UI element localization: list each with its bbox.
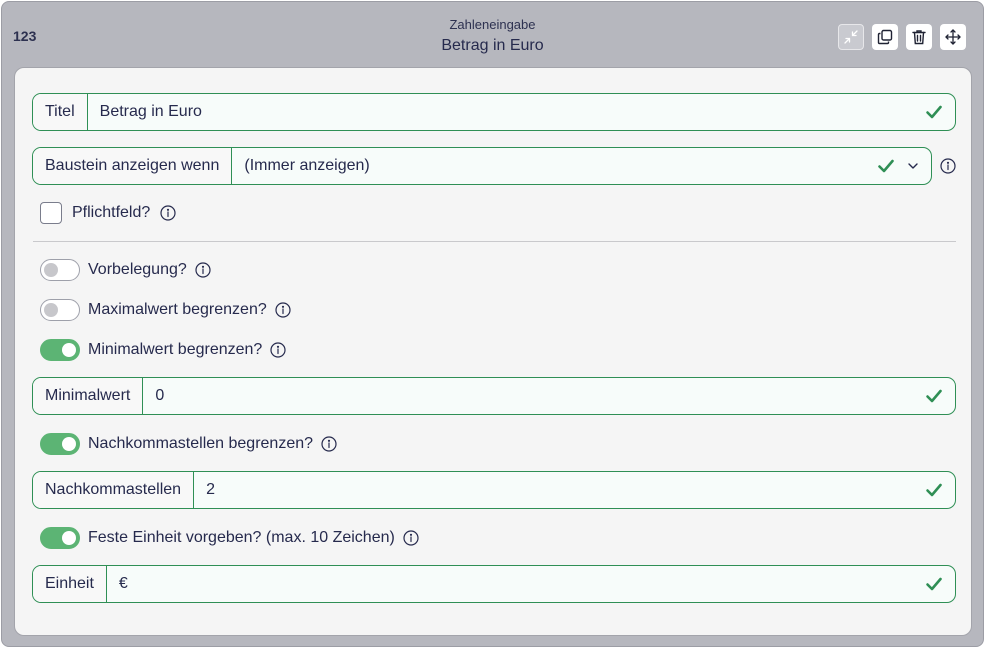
visibility-condition-value: (Immer anzeigen) xyxy=(244,157,370,174)
info-icon[interactable] xyxy=(403,530,419,546)
decimals-toggle[interactable] xyxy=(40,433,80,455)
info-icon[interactable] xyxy=(321,436,337,452)
decimals-label: Nachkommastellen begrenzen? xyxy=(88,435,314,452)
decimals-field-label: Nachkommastellen xyxy=(33,472,195,508)
info-icon[interactable] xyxy=(195,262,211,278)
min-value-field: Minimalwert 0 xyxy=(32,377,956,415)
title-input-value: Betrag in Euro xyxy=(99,103,202,120)
check-icon xyxy=(926,483,942,497)
required-option: Pflichtfeld? xyxy=(40,202,176,224)
block-title: Betrag in Euro xyxy=(441,37,544,54)
move-icon xyxy=(945,29,961,45)
required-checkbox[interactable] xyxy=(40,202,62,224)
delete-button[interactable] xyxy=(906,24,932,50)
decimals-field: Nachkommastellen 2 xyxy=(32,471,956,509)
check-icon xyxy=(926,389,942,403)
block-editor-panel: 123 Zahleneingabe Betrag in Euro Titel B… xyxy=(1,1,984,647)
chevron-down-icon xyxy=(908,163,918,169)
block-header: Zahleneingabe Betrag in Euro xyxy=(2,17,983,55)
min-value-option: Minimalwert begrenzen? xyxy=(40,339,286,361)
unit-option: Feste Einheit vorgeben? (max. 10 Zeichen… xyxy=(40,527,419,549)
duplicate-button[interactable] xyxy=(872,24,898,50)
unit-toggle[interactable] xyxy=(40,527,80,549)
unit-option-label: Feste Einheit vorgeben? (max. 10 Zeichen… xyxy=(88,529,395,546)
max-value-label: Maximalwert begrenzen? xyxy=(88,301,267,318)
info-icon[interactable] xyxy=(160,205,176,221)
unit-field-label: Einheit xyxy=(33,566,107,602)
info-icon[interactable] xyxy=(275,302,291,318)
collapse-icon xyxy=(844,30,858,44)
unit-field: Einheit € xyxy=(32,565,956,603)
decimals-option: Nachkommastellen begrenzen? xyxy=(40,433,337,455)
collapse-button[interactable] xyxy=(838,24,864,50)
check-icon xyxy=(878,159,894,173)
block-toolbar xyxy=(838,24,966,50)
min-value-label: Minimalwert begrenzen? xyxy=(88,341,263,358)
min-value-input[interactable]: 0 xyxy=(143,378,955,414)
default-value-option: Vorbelegung? xyxy=(40,259,211,281)
block-type-label: Zahleneingabe xyxy=(449,17,536,32)
title-field-label: Titel xyxy=(33,94,88,130)
decimals-input[interactable]: 2 xyxy=(194,472,955,508)
section-divider xyxy=(33,241,956,242)
unit-input[interactable]: € xyxy=(107,566,955,602)
check-icon xyxy=(926,105,942,119)
visibility-condition-select[interactable]: (Immer anzeigen) xyxy=(232,148,931,184)
required-label: Pflichtfeld? xyxy=(72,204,151,221)
title-input[interactable]: Betrag in Euro xyxy=(88,94,955,130)
title-field: Titel Betrag in Euro xyxy=(32,93,956,131)
default-value-toggle[interactable] xyxy=(40,259,80,281)
max-value-option: Maximalwert begrenzen? xyxy=(40,299,291,321)
min-value-input-value: 0 xyxy=(155,387,165,404)
unit-input-value: € xyxy=(118,575,128,592)
trash-icon xyxy=(912,30,926,45)
max-value-toggle[interactable] xyxy=(40,299,80,321)
default-value-label: Vorbelegung? xyxy=(88,261,187,278)
check-icon xyxy=(926,577,942,591)
move-button[interactable] xyxy=(940,24,966,50)
block-settings-card: Titel Betrag in Euro Baustein anzeigen w… xyxy=(14,67,972,636)
visibility-condition-label: Baustein anzeigen wenn xyxy=(33,148,233,184)
info-icon xyxy=(940,158,956,174)
info-icon[interactable] xyxy=(270,342,286,358)
visibility-condition-field: Baustein anzeigen wenn (Immer anzeigen) xyxy=(32,147,932,185)
copy-icon xyxy=(877,29,893,45)
decimals-input-value: 2 xyxy=(206,481,215,498)
min-value-field-label: Minimalwert xyxy=(33,378,144,414)
min-value-toggle[interactable] xyxy=(40,339,80,361)
visibility-condition-help[interactable] xyxy=(940,158,956,174)
